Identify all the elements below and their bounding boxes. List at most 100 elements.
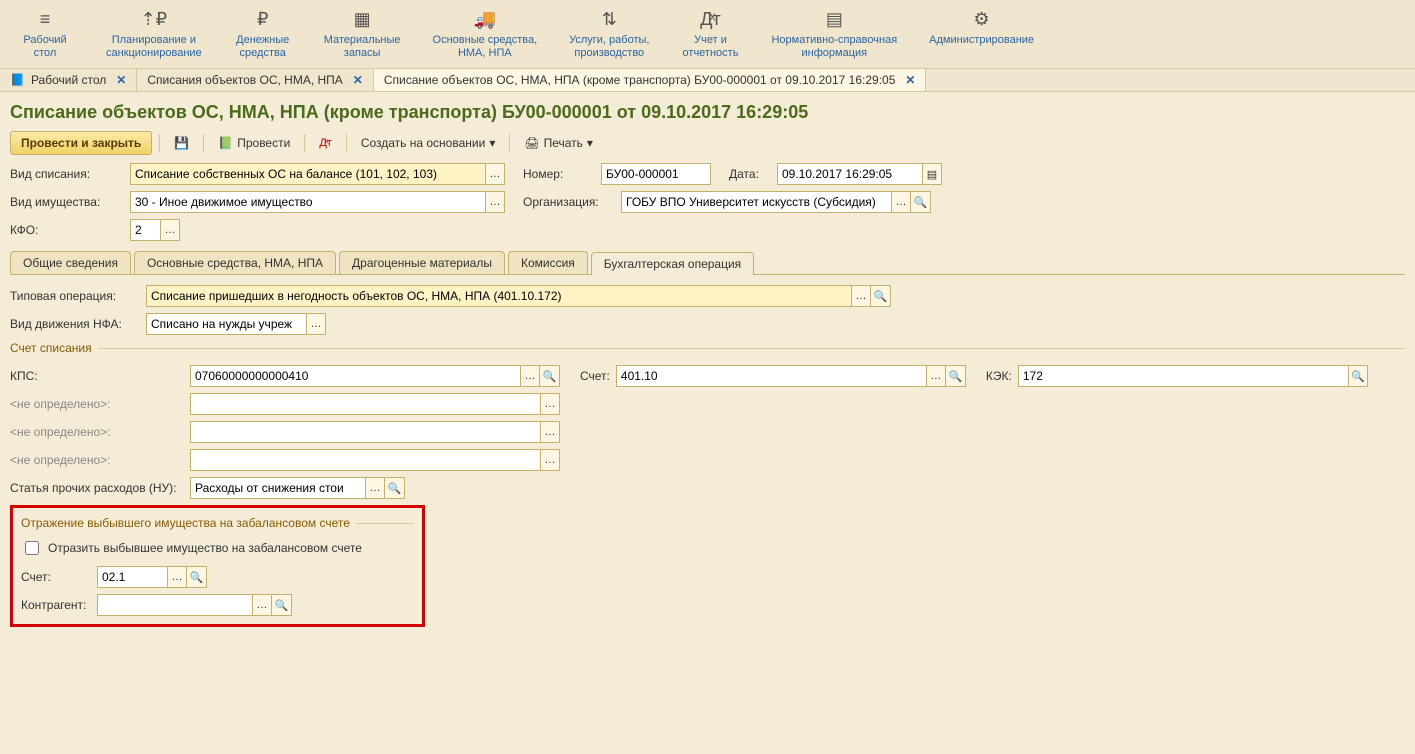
nav-reference[interactable]: ▤ Нормативно-справочная информация xyxy=(755,4,913,64)
undef-label-3: <не определено>: xyxy=(10,453,184,467)
property-type-combo[interactable]: … xyxy=(130,191,505,213)
nav-admin[interactable]: ⚙ Администрирование xyxy=(913,4,1050,64)
dk-icon: Дͯт xyxy=(319,137,332,149)
tab-writeoff-document[interactable]: Списание объектов ОС, НМА, НПА (кроме тр… xyxy=(374,69,927,91)
tab-writeoffs-list[interactable]: Списания объектов ОС, НМА, НПА ✕ xyxy=(137,69,374,91)
kfo-combo[interactable]: … xyxy=(130,219,180,241)
create-based-button[interactable]: Создать на основании ▾ xyxy=(354,132,503,154)
undef-combo-1[interactable]: … xyxy=(190,393,560,415)
account-input[interactable] xyxy=(616,365,926,387)
kps-label: КПС: xyxy=(10,369,184,383)
undef-label-2: <не определено>: xyxy=(10,425,184,439)
ellipsis-icon[interactable]: … xyxy=(485,191,505,213)
ruble-icon: ₽ xyxy=(234,8,292,30)
undef-label-1: <не определено>: xyxy=(10,397,184,411)
nav-planning[interactable]: ⇡₽ Планирование и санкционирование xyxy=(90,4,218,64)
nav-services[interactable]: ⇅ Услуги, работы, производство xyxy=(553,4,665,64)
number-label: Номер: xyxy=(523,167,593,181)
calendar-icon[interactable]: ▤ xyxy=(922,163,942,185)
undef-input-1[interactable] xyxy=(190,393,540,415)
kek-label: КЭК: xyxy=(986,369,1012,383)
typical-op-input[interactable] xyxy=(146,285,851,307)
search-icon[interactable]: 🔍 xyxy=(187,566,207,588)
property-type-input[interactable] xyxy=(130,191,485,213)
tab-desktop[interactable]: 📘 Рабочий стол ✕ xyxy=(0,69,137,91)
other-expense-combo[interactable]: … 🔍 xyxy=(190,477,405,499)
close-icon[interactable]: ✕ xyxy=(353,73,363,87)
tab-assets[interactable]: Основные средства, НМА, НПА xyxy=(134,251,336,274)
ellipsis-icon[interactable]: … xyxy=(252,594,272,616)
search-icon[interactable]: 🔍 xyxy=(385,477,405,499)
nav-desktop[interactable]: ≡ Рабочий стол xyxy=(0,4,90,64)
undef-input-2[interactable] xyxy=(190,421,540,443)
number-input[interactable] xyxy=(601,163,711,185)
ellipsis-icon[interactable]: … xyxy=(851,285,871,307)
writeoff-type-combo[interactable]: … xyxy=(130,163,505,185)
date-field[interactable]: ▤ xyxy=(777,163,942,185)
offbalance-checkbox[interactable] xyxy=(25,541,39,555)
print-button[interactable]: 🖨Печать ▾ xyxy=(517,132,600,154)
contractor-combo[interactable]: … 🔍 xyxy=(97,594,292,616)
nfa-move-input[interactable] xyxy=(146,313,306,335)
kps-input[interactable] xyxy=(190,365,520,387)
date-input[interactable] xyxy=(777,163,922,185)
org-input[interactable] xyxy=(621,191,891,213)
ellipsis-icon[interactable]: … xyxy=(540,393,560,415)
ellipsis-icon[interactable]: … xyxy=(891,191,911,213)
run-button[interactable]: 📗Провести xyxy=(211,132,297,154)
account-label: Счет: xyxy=(580,369,610,383)
report-icon: Дͯт xyxy=(681,8,739,30)
ellipsis-icon[interactable]: … xyxy=(485,163,505,185)
tab-general[interactable]: Общие сведения xyxy=(10,251,131,274)
nav-materials[interactable]: ▦ Материальные запасы xyxy=(308,4,417,64)
offbal-account-combo[interactable]: … 🔍 xyxy=(97,566,207,588)
search-icon[interactable]: 🔍 xyxy=(1348,365,1368,387)
tab-accounting-operation[interactable]: Бухгалтерская операция xyxy=(591,252,754,275)
undef-input-3[interactable] xyxy=(190,449,540,471)
ellipsis-icon[interactable]: … xyxy=(167,566,187,588)
undef-combo-2[interactable]: … xyxy=(190,421,560,443)
nav-money[interactable]: ₽ Денежные средства xyxy=(218,4,308,64)
ellipsis-icon[interactable]: … xyxy=(926,365,946,387)
writeoff-type-label: Вид списания: xyxy=(10,167,122,181)
dk-button[interactable]: Дͯт xyxy=(312,133,339,153)
kfo-label: КФО: xyxy=(10,223,122,237)
search-icon[interactable]: 🔍 xyxy=(540,365,560,387)
search-icon[interactable]: 🔍 xyxy=(272,594,292,616)
kek-combo[interactable]: 🔍 xyxy=(1018,365,1368,387)
nav-reports[interactable]: Дͯт Учет и отчетность xyxy=(665,4,755,64)
section-tabs: Общие сведения Основные средства, НМА, Н… xyxy=(10,251,1405,275)
tab-commission[interactable]: Комиссия xyxy=(508,251,588,274)
close-icon[interactable]: ✕ xyxy=(905,73,915,87)
writeoff-type-input[interactable] xyxy=(130,163,485,185)
nfa-move-combo[interactable]: … xyxy=(146,313,326,335)
kps-combo[interactable]: … 🔍 xyxy=(190,365,560,387)
ellipsis-icon[interactable]: … xyxy=(540,449,560,471)
search-icon[interactable]: 🔍 xyxy=(946,365,966,387)
offbal-account-input[interactable] xyxy=(97,566,167,588)
undef-combo-3[interactable]: … xyxy=(190,449,560,471)
ellipsis-icon[interactable]: … xyxy=(540,421,560,443)
ellipsis-icon[interactable]: … xyxy=(160,219,180,241)
nav-fixed-assets[interactable]: 🚚 Основные средства, НМА, НПА xyxy=(417,4,554,64)
print-icon: 🖨 xyxy=(524,136,539,150)
run-and-close-button[interactable]: Провести и закрыть xyxy=(10,131,152,155)
org-label: Организация: xyxy=(523,195,613,209)
contractor-input[interactable] xyxy=(97,594,252,616)
typical-op-combo[interactable]: … 🔍 xyxy=(146,285,891,307)
other-expense-input[interactable] xyxy=(190,477,365,499)
org-combo[interactable]: … 🔍 xyxy=(621,191,931,213)
account-combo[interactable]: … 🔍 xyxy=(616,365,966,387)
chart-icon: ⇡₽ xyxy=(106,8,202,30)
kek-input[interactable] xyxy=(1018,365,1348,387)
ellipsis-icon[interactable]: … xyxy=(365,477,385,499)
offbalance-section-highlighted: Отражение выбывшего имущества на забалан… xyxy=(10,505,425,627)
ellipsis-icon[interactable]: … xyxy=(306,313,326,335)
save-button[interactable]: 💾 xyxy=(167,132,196,154)
tab-precious[interactable]: Драгоценные материалы xyxy=(339,251,505,274)
search-icon[interactable]: 🔍 xyxy=(871,285,891,307)
close-icon[interactable]: ✕ xyxy=(116,73,126,87)
kfo-input[interactable] xyxy=(130,219,160,241)
ellipsis-icon[interactable]: … xyxy=(520,365,540,387)
search-icon[interactable]: 🔍 xyxy=(911,191,931,213)
